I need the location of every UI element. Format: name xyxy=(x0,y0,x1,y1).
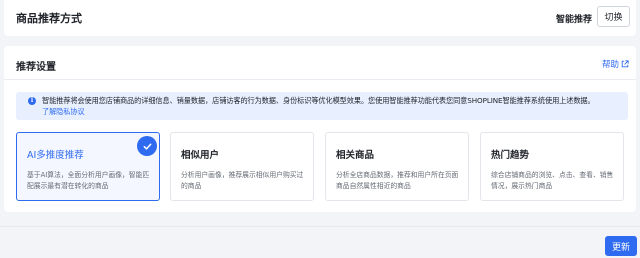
help-link-label: 帮助 xyxy=(602,60,620,70)
option-description: 基于AI算法，全面分析用户画像，智能匹配展示最有潜在转化的商品 xyxy=(27,171,150,190)
privacy-policy-link[interactable]: 了解隐私协议 xyxy=(42,107,85,116)
option-title: 热门趋势 xyxy=(491,150,530,161)
info-text: 智能推荐将会使用您店铺商品的详细信息、销量数据，店铺访客的行为数据、身份标识等优… xyxy=(42,96,595,105)
option-trending[interactable]: 热门趋势 综合店铺商品的浏览、点击、查看、销售情况，展示热门商品 xyxy=(480,132,624,201)
divider xyxy=(4,79,636,80)
help-link[interactable]: 帮助 xyxy=(602,58,629,70)
info-banner: i 智能推荐将会使用您店铺商品的详细信息、销量数据，店铺访客的行为数据、身份标识… xyxy=(16,92,628,120)
current-mode-label: 智能推荐 xyxy=(556,15,593,25)
update-button[interactable]: 更新 xyxy=(605,236,637,256)
option-description: 分析用户画像，推荐展示相似用户购买过的商品 xyxy=(181,171,304,190)
footer-divider xyxy=(0,226,640,227)
info-circle-icon: i xyxy=(28,97,36,105)
option-related-products[interactable]: 相关商品 分析全店商品数据，推荐和用户所在页面商品自然属性相近的商品 xyxy=(325,132,469,201)
settings-title: 推荐设置 xyxy=(16,62,56,73)
switch-button[interactable]: 切换 xyxy=(597,6,630,27)
option-description: 分析全店商品数据，推荐和用户所在页面商品自然属性相近的商品 xyxy=(336,171,459,190)
option-title: 相似用户 xyxy=(181,150,220,161)
recommendation-mode-card: 商品推荐方式 智能推荐 切换 xyxy=(4,0,636,36)
option-description: 综合店铺商品的浏览、点击、查看、销售情况，展示热门商品 xyxy=(491,171,614,190)
recommendation-settings-card: 推荐设置 帮助 i 智能推荐将会使用您店铺商品的详细信息、销量数据，店铺访客的行… xyxy=(4,46,636,212)
option-title: AI多推度推荐 xyxy=(27,150,84,161)
page-title: 商品推荐方式 xyxy=(16,12,82,25)
option-similar-users[interactable]: 相似用户 分析用户画像，推荐展示相似用户购买过的商品 xyxy=(170,132,314,201)
check-icon xyxy=(137,136,157,156)
option-title: 相关商品 xyxy=(336,150,375,161)
external-link-icon xyxy=(621,60,629,68)
